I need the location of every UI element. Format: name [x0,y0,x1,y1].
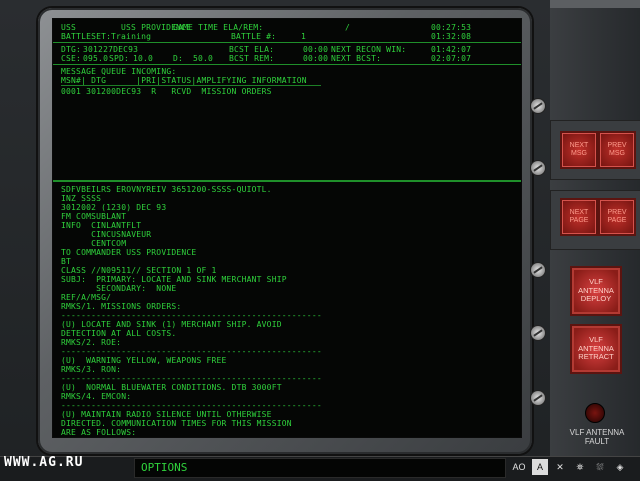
spd-label: SPD: [109,54,130,63]
tool-bell-icon[interactable]: ⛆ [592,459,608,475]
message-line: DETECTION AT ALL COSTS. [61,329,177,338]
header-time-2: 01:32:08 [431,32,472,41]
message-line: FM COMSUBLANT [61,212,127,221]
message-line: SUBJ: PRIMARY: LOCATE AND SINK MERCHANT … [61,275,287,284]
message-terminal-screen: USS USS PROVIDENCE GAME TIME ELA/REM: / … [52,18,522,438]
watermark-logo: WWW.AG.RU [4,455,84,470]
message-line: INZ SSSS [61,194,102,203]
spd-value: 10.0 [133,54,154,63]
bcst-rem-label: BCST REM: [229,54,275,63]
options-label: OPTIONS [141,461,188,474]
queue-title: MESSAGE QUEUE INCOMING: [61,67,177,76]
vlf-antenna-fault-label: VLF ANTENNA FAULT [569,428,625,446]
tool-sub-icon[interactable]: ⛯ [572,459,588,475]
message-line: (U) NORMAL BLUEWATER CONDITIONS. DTB 300… [61,383,282,392]
message-line: (U) MAINTAIN RADIO SILENCE UNTIL OTHERWI… [61,410,272,419]
dtg-value: 301227DEC93 [83,45,139,54]
header-game-time-value: 00:27:53 [431,23,472,32]
tool-ao-button[interactable]: AO [510,459,528,475]
message-body: SDFVBEILRS EROVNYREIV 3651200-SSSS-QUIOT… [61,185,517,437]
battleset-value: Training [111,32,152,41]
screw-icon [530,262,546,278]
message-line: REF/A/MSG/ [61,293,112,302]
bcst-ela-value: 00:00 [303,45,329,54]
message-line: RMKS/2. ROE: [61,338,122,347]
message-line: SECONDARY: NONE [61,284,177,293]
message-line: SDFVBEILRS EROVNYREIV 3651200-SSSS-QUIOT… [61,185,272,194]
battle-number-label: BATTLE #: [231,32,277,41]
panel-top-trim [550,0,640,8]
prev-page-button[interactable]: PREV PAGE [598,198,636,236]
next-recon-value: 01:42:07 [431,45,472,54]
message-line: ----------------------------------------… [61,347,322,356]
message-line: (U) WARNING YELLOW, WEAPONS FREE [61,356,227,365]
screw-icon [530,160,546,176]
header-uss-label: USS [61,23,77,32]
message-line: 3012002 (1230) DEC 93 [61,203,167,212]
message-line: CENTCOM [61,239,127,248]
next-bcst-value: 02:07:07 [431,54,472,63]
battleset-label: BATTLESET: [61,32,112,41]
vlf-antenna-retract-button[interactable]: VLF ANTENNA RETRACT [570,324,622,374]
cse-label: CSE: [61,54,82,63]
bcst-ela-label: BCST ELA: [229,45,275,54]
message-line: ----------------------------------------… [61,311,322,320]
screw-icon [530,390,546,406]
message-line: CINCUSNAVEUR [61,230,152,239]
next-msg-button[interactable]: NEXT MSG [560,131,598,169]
cse-value: 095.0 [83,54,109,63]
message-line: ----------------------------------------… [61,401,322,410]
tool-a-button[interactable]: A [532,459,548,475]
header-slash: / [345,23,351,32]
battle-number-value: 1 [301,32,307,41]
prev-msg-button[interactable]: PREV MSG [598,131,636,169]
queue-columns-underline [61,85,321,86]
message-line: CLASS //N09511// SECTION 1 OF 1 [61,266,217,275]
message-line: ARE AS FOLLOWS: [61,428,137,437]
vlf-antenna-deploy-button[interactable]: VLF ANTENNA DEPLOY [570,266,622,316]
screw-icon [530,98,546,114]
next-recon-label: NEXT RECON WIN: [331,45,407,54]
message-line: TO COMMANDER USS PROVIDENCE [61,248,197,257]
vlf-fault-lamp-icon [585,403,605,423]
tool-diamond-icon[interactable]: ◈ [612,459,628,475]
queue-top-divider [53,64,521,65]
message-line: RMKS/1. MISSIONS ORDERS: [61,302,182,311]
message-divider [53,180,521,182]
message-line: ----------------------------------------… [61,374,322,383]
queue-columns: MSN#| DTG |PRI|STATUS|AMPLIFYING INFORMA… [61,76,307,85]
message-line: RMKS/3. RON: [61,365,122,374]
message-line: BT [61,257,72,266]
depth-value: 50.0 [193,54,214,63]
queue-row[interactable]: 0001 301200DEC93 R RCVD MISSION ORDERS [61,87,272,96]
header-game-time-label: GAME TIME ELA/REM: [173,23,264,32]
message-line: RMKS/4. EMCON: [61,392,132,401]
options-bar[interactable]: OPTIONS [134,458,506,478]
header-divider [53,42,521,43]
message-line: INFO CINLANTFLT [61,221,142,230]
message-line: (U) LOCATE AND SINK (1) MERCHANT SHIP. A… [61,320,282,329]
screw-icon [530,325,546,341]
tool-cross-icon[interactable]: ✕ [552,459,568,475]
depth-label: D: [173,54,184,63]
dtg-label: DTG: [61,45,82,54]
message-line: DIRECTED. COMMUNICATION TIMES FOR THIS M… [61,419,292,428]
bcst-rem-value: 00:00 [303,54,329,63]
next-page-button[interactable]: NEXT PAGE [560,198,598,236]
next-bcst-label: NEXT BCST: [331,54,382,63]
